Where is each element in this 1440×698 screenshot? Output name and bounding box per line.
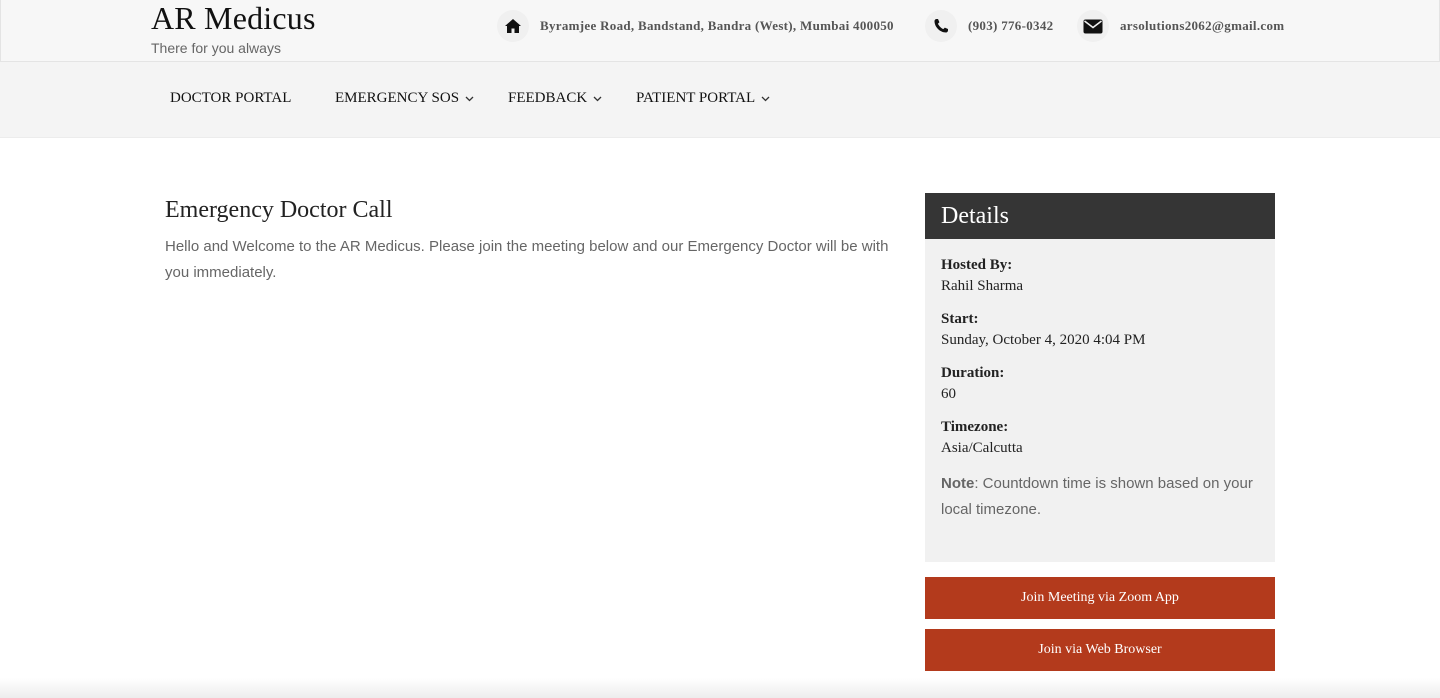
- nav-item-feedback[interactable]: FEEDBACK: [508, 90, 602, 107]
- details-panel: Hosted By: Rahil Sharma Start: Sunday, O…: [925, 239, 1275, 562]
- page-title: Emergency Doctor Call: [165, 197, 393, 223]
- join-zoom-app-button[interactable]: Join Meeting via Zoom App: [925, 577, 1275, 619]
- contact-address: Byramjee Road, Bandstand, Bandra (West),…: [497, 10, 894, 42]
- top-bar: AR Medicus There for you always Byramjee…: [0, 0, 1440, 62]
- start-label: Start:: [941, 311, 979, 327]
- site-tagline: There for you always: [151, 40, 281, 56]
- phone-icon: [925, 10, 957, 42]
- main-nav: DOCTOR PORTAL EMERGENCY SOS FEEDBACK PAT…: [0, 62, 1440, 138]
- timezone-label: Timezone:: [941, 419, 1009, 435]
- chevron-down-icon: [593, 96, 602, 102]
- duration-label: Duration:: [941, 365, 1005, 381]
- details-title: Details: [925, 193, 1275, 239]
- home-icon: [497, 10, 529, 42]
- nav-item-label: DOCTOR PORTAL: [170, 90, 292, 106]
- timezone-note: Note: Countdown time is shown based on y…: [941, 471, 1259, 523]
- duration-value: 60: [941, 386, 956, 402]
- hosted-by-value: Rahil Sharma: [941, 278, 1024, 294]
- note-label: Note: [941, 475, 975, 492]
- nav-item-label: FEEDBACK: [508, 90, 588, 106]
- nav-item-emergency-sos[interactable]: EMERGENCY SOS: [335, 90, 474, 107]
- hosted-by-label: Hosted By:: [941, 257, 1013, 273]
- nav-item-doctor-portal[interactable]: DOCTOR PORTAL: [170, 90, 291, 107]
- site-title[interactable]: AR Medicus: [151, 0, 316, 36]
- nav-item-label: PATIENT PORTAL: [636, 90, 756, 106]
- address-text: Byramjee Road, Bandstand, Bandra (West),…: [540, 18, 894, 33]
- email-text[interactable]: arsolutions2062@gmail.com: [1120, 18, 1284, 34]
- timezone-value: Asia/Calcutta: [941, 440, 1023, 456]
- nav-item-patient-portal[interactable]: PATIENT PORTAL: [636, 90, 770, 107]
- envelope-icon: [1077, 10, 1109, 42]
- join-web-browser-button[interactable]: Join via Web Browser: [925, 629, 1275, 671]
- chevron-down-icon: [465, 96, 474, 102]
- phone-text[interactable]: (903) 776-0342: [968, 18, 1053, 34]
- page-description: Hello and Welcome to the AR Medicus. Ple…: [165, 238, 889, 281]
- contact-phone[interactable]: (903) 776-0342: [925, 10, 1053, 42]
- contact-email[interactable]: arsolutions2062@gmail.com: [1077, 10, 1284, 42]
- nav-item-label: EMERGENCY SOS: [335, 90, 460, 106]
- start-value: Sunday, October 4, 2020 4:04 PM: [941, 332, 1146, 348]
- note-text: : Countdown time is shown based on your …: [941, 475, 1253, 518]
- chevron-down-icon: [761, 96, 770, 102]
- bottom-shadow: [0, 678, 1440, 698]
- brand[interactable]: AR Medicus There for you always: [151, 0, 316, 56]
